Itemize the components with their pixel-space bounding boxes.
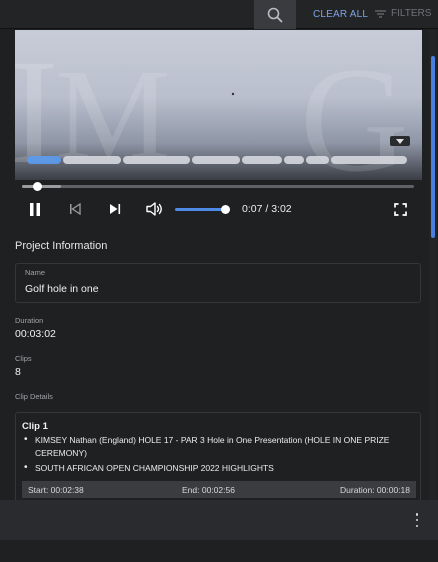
name-value: Golf hole in one xyxy=(25,283,99,295)
scrollbar-thumb[interactable] xyxy=(431,56,435,238)
more-vertical-icon xyxy=(415,513,419,516)
chapter-segment[interactable] xyxy=(122,156,191,164)
clip-end: End: 00:02:56 xyxy=(182,485,235,495)
duration-value: 00:03:02 xyxy=(15,328,56,340)
filter-lines-icon xyxy=(375,9,386,18)
next-button[interactable] xyxy=(107,200,123,218)
seek-bar[interactable] xyxy=(22,182,414,191)
chapter-segment[interactable] xyxy=(62,156,121,164)
clips-label: Clips xyxy=(15,354,32,363)
filters-button[interactable]: FILTERS xyxy=(375,8,431,19)
total-duration: 3:02 xyxy=(271,203,292,215)
section-title-project-information: Project Information xyxy=(15,240,108,252)
volume-high-icon xyxy=(146,202,162,216)
chapter-markers[interactable] xyxy=(27,156,407,164)
clip-start: Start: 00:02:38 xyxy=(28,485,84,495)
chapter-segment[interactable] xyxy=(305,156,330,164)
bottom-bar xyxy=(0,500,438,540)
volume-slider-handle[interactable] xyxy=(221,205,230,214)
fullscreen-icon xyxy=(393,202,407,216)
clip-details-label: Clip Details xyxy=(15,392,53,401)
pause-icon xyxy=(30,202,40,216)
clip-timing-bar: Start: 00:02:38 End: 00:02:56 Duration: … xyxy=(22,481,416,498)
pause-button[interactable] xyxy=(27,200,43,218)
clear-all-button[interactable]: CLEAR ALL xyxy=(313,9,368,20)
clips-value: 8 xyxy=(15,366,21,378)
search-icon xyxy=(267,7,283,22)
seek-bar-handle[interactable] xyxy=(33,182,43,191)
skip-next-icon xyxy=(110,204,121,214)
time-separator: / xyxy=(262,203,272,215)
footer-spacer xyxy=(0,540,438,562)
fullscreen-button[interactable] xyxy=(392,200,408,218)
clip-bullet-list: KIMSEY Nathan (England) HOLE 17 - PAR 3 … xyxy=(22,434,414,478)
list-item: KIMSEY Nathan (England) HOLE 17 - PAR 3 … xyxy=(22,434,414,459)
chevron-down-icon xyxy=(396,138,404,144)
more-vertical-icon-dot xyxy=(415,518,419,522)
search-button[interactable] xyxy=(254,0,296,29)
volume-button[interactable] xyxy=(145,200,165,218)
more-options-button[interactable] xyxy=(411,513,423,527)
more-vertical-icon-dot xyxy=(415,524,419,527)
top-toolbar: CLEAR ALL FILTERS xyxy=(0,0,438,29)
time-display: 0:07 / 3:02 xyxy=(242,203,292,215)
chapter-segment[interactable] xyxy=(331,156,407,164)
volume-slider[interactable] xyxy=(175,208,225,211)
name-field[interactable]: Name Golf hole in one xyxy=(15,263,421,303)
current-time: 0:07 xyxy=(242,203,263,215)
chapter-segment[interactable] xyxy=(192,156,240,164)
clip-duration: Duration: 00:00:18 xyxy=(340,485,410,495)
chapter-segment[interactable] xyxy=(241,156,282,164)
clip-title: Clip 1 xyxy=(22,421,48,432)
name-label: Name xyxy=(25,268,46,277)
clip-card: Clip 1 KIMSEY Nathan (England) HOLE 17 -… xyxy=(15,412,421,500)
chapter-segment[interactable] xyxy=(27,156,61,164)
filters-label: FILTERS xyxy=(391,8,432,19)
skip-previous-icon xyxy=(70,203,81,215)
video-frame[interactable]: I M G xyxy=(15,30,422,180)
project-panel: I M G 0:07 / 3:02 Project Information Na… xyxy=(5,30,429,500)
list-item: SOUTH AFRICAN OPEN CHAMPIONSHIP 2022 HIG… xyxy=(22,462,414,475)
chapter-segment[interactable] xyxy=(283,156,304,164)
quality-menu-button[interactable] xyxy=(390,136,410,146)
previous-button[interactable] xyxy=(67,200,83,218)
duration-label: Duration xyxy=(15,316,44,325)
